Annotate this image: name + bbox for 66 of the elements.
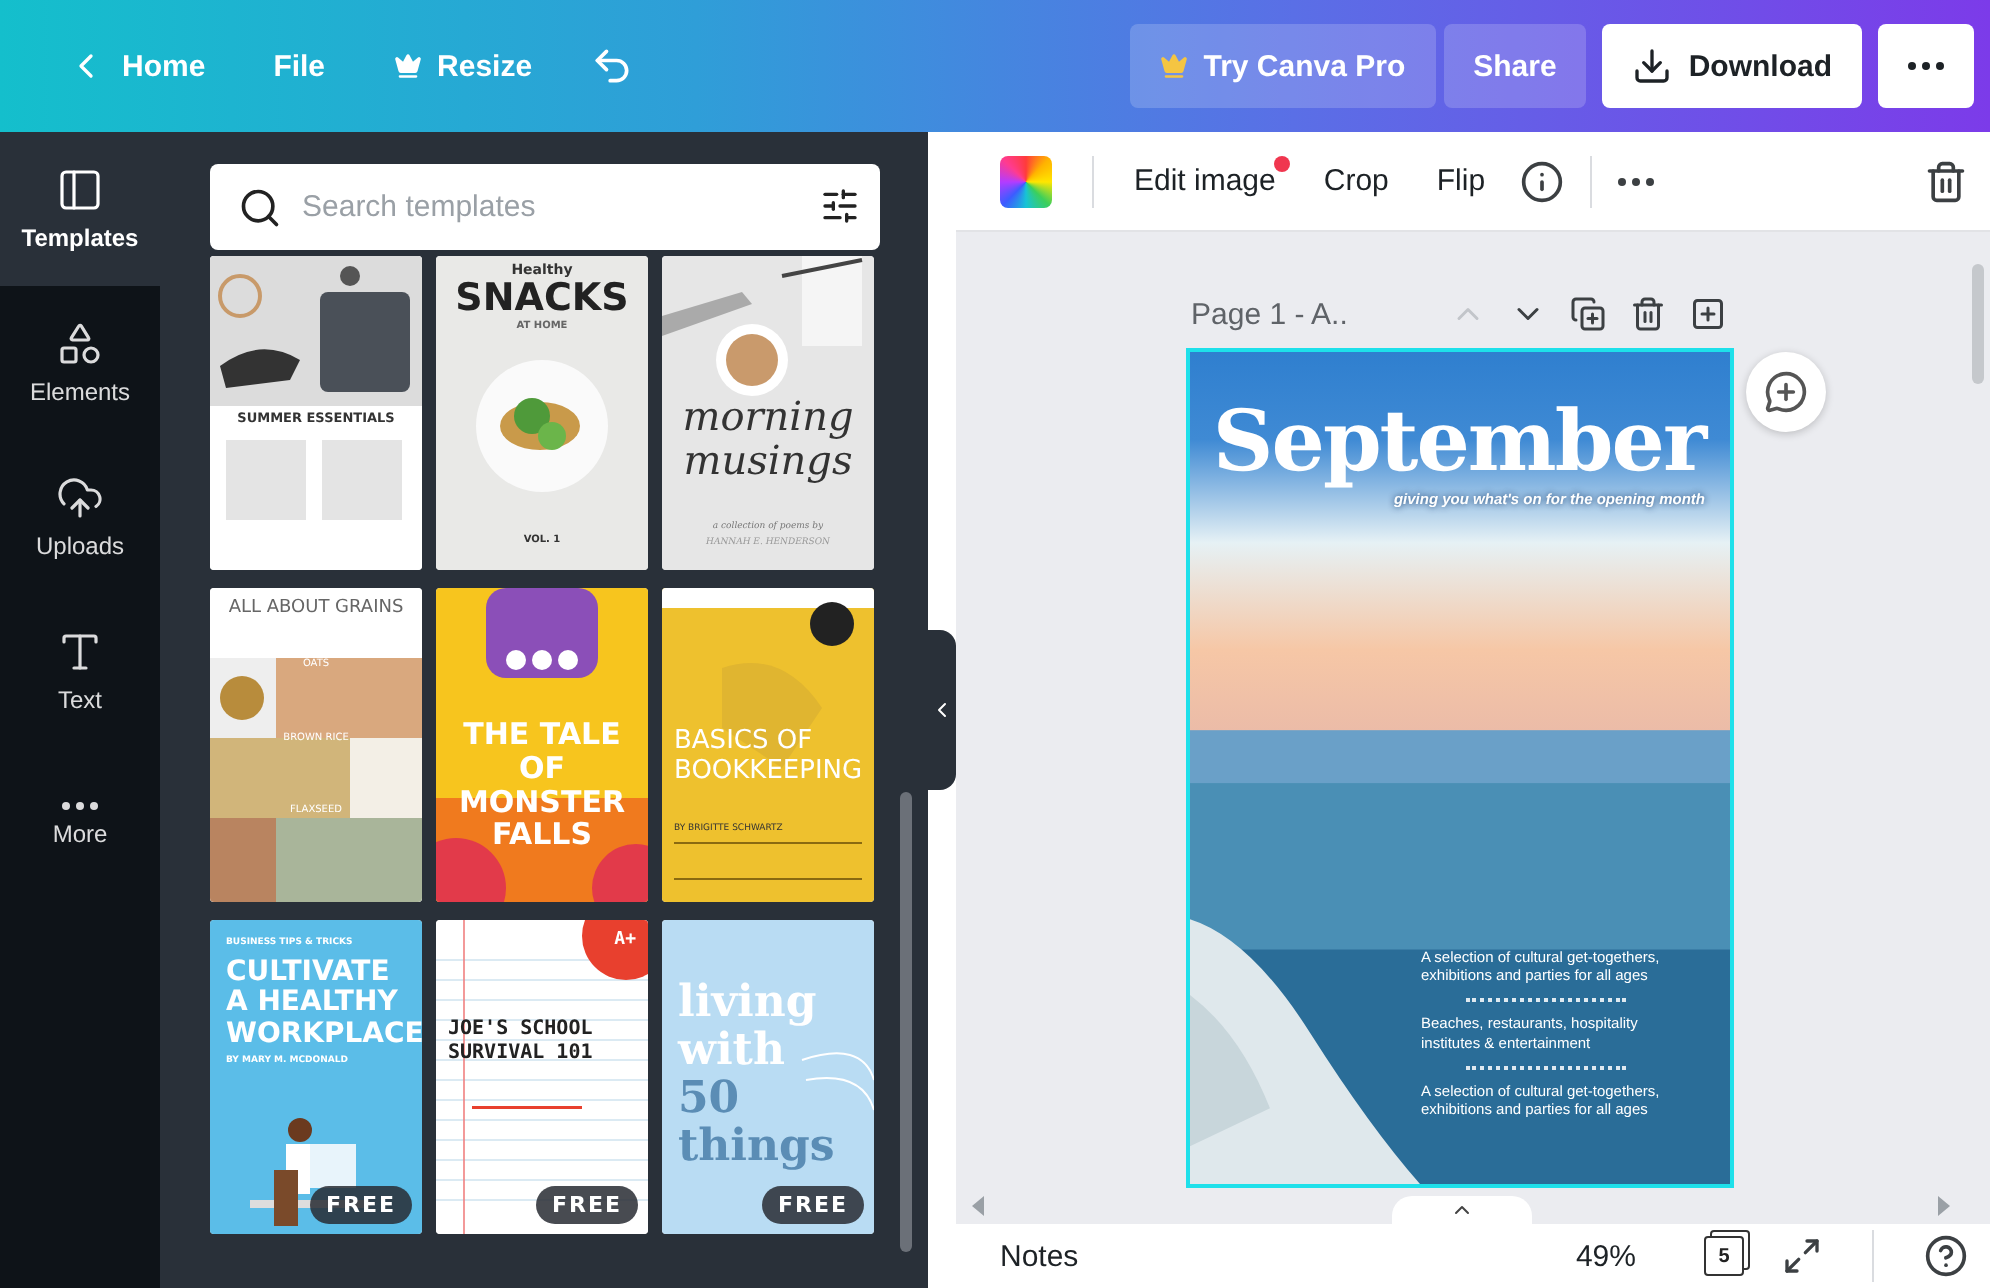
- notes-button[interactable]: Notes: [1000, 1239, 1079, 1273]
- sidebar-tab[interactable]: Uploads: [0, 440, 160, 594]
- comment-add-icon: [1763, 370, 1807, 414]
- tool-button[interactable]: Crop: [1303, 152, 1409, 210]
- text-icon: [56, 628, 104, 676]
- filter-icon[interactable]: [820, 186, 860, 226]
- template-text: 50: [678, 1076, 740, 1123]
- template-text: CULTIVATE: [226, 957, 390, 987]
- add-comment-button[interactable]: [1745, 352, 1825, 432]
- sidebar-tab[interactable]: Elements: [0, 286, 160, 440]
- template-text: SNACKS: [455, 280, 629, 321]
- template-text: musings: [683, 440, 853, 482]
- template-text: BASICS OF: [674, 728, 813, 756]
- info-icon: [1519, 159, 1564, 203]
- template-text: living: [678, 980, 817, 1027]
- design-title: September: [1210, 392, 1710, 490]
- free-badge: FREE: [761, 1186, 864, 1224]
- templates-icon: [56, 166, 104, 214]
- template-card[interactable]: living with 50 things FREE: [662, 920, 874, 1234]
- expand-icon: [1782, 1236, 1822, 1276]
- template-text: SURVIVAL 101: [448, 1043, 593, 1065]
- upload-icon: [56, 474, 104, 522]
- download-icon: [1632, 46, 1673, 86]
- zoom-level[interactable]: 49%: [1575, 1239, 1636, 1273]
- sidebar-tab[interactable]: Templates: [0, 132, 160, 286]
- free-badge: FREE: [309, 1186, 412, 1224]
- template-text: things: [678, 1124, 835, 1171]
- template-text: MONSTER: [458, 787, 626, 819]
- crown-icon: [393, 52, 422, 80]
- scrollbar-thumb[interactable]: [900, 792, 912, 1252]
- free-badge: FREE: [535, 1186, 638, 1224]
- template-text: THE TALE: [463, 720, 621, 752]
- scrollbar-thumb[interactable]: [1972, 264, 1984, 384]
- download-button[interactable]: Download: [1602, 24, 1862, 108]
- template-text: morning: [682, 396, 854, 438]
- more-icon: [1617, 177, 1654, 185]
- duplicate-icon: [1569, 296, 1605, 332]
- template-text: OF: [519, 753, 565, 785]
- template-text: A HEALTHY: [226, 988, 398, 1019]
- more-icon: [62, 802, 98, 810]
- template-text: JOE'S SCHOOL: [448, 1020, 593, 1042]
- more-button[interactable]: [1878, 24, 1974, 108]
- help-icon: [1924, 1234, 1968, 1278]
- template-text: with: [678, 1028, 785, 1075]
- add-page-icon: [1689, 296, 1725, 332]
- collapse-button[interactable]: [928, 630, 956, 790]
- page-count-button[interactable]: 5: [1704, 1236, 1744, 1276]
- crown-icon: [1159, 52, 1188, 80]
- page-title: Page 1 - A..: [1191, 297, 1348, 331]
- search-icon: [238, 186, 282, 230]
- sidebar-tab[interactable]: More: [0, 748, 160, 902]
- sidebar-tab[interactable]: Text: [0, 594, 160, 748]
- template-text: FALLS: [491, 820, 593, 852]
- tool-button[interactable]: Flip: [1416, 152, 1506, 210]
- tool-button[interactable]: Edit image: [1114, 152, 1296, 210]
- shapes-icon: [56, 320, 104, 368]
- more-icon: [1908, 62, 1944, 70]
- search-field[interactable]: Search templates: [210, 164, 880, 250]
- trash-icon: [1629, 296, 1665, 332]
- template-text: BOOKKEEPING: [674, 757, 863, 785]
- template-card[interactable]: A+ JOE'S SCHOOL SURVIVAL 101 FREE: [436, 920, 648, 1234]
- top-button[interactable]: Share: [1443, 24, 1587, 108]
- template-text: ALL ABOUT GRAINS: [228, 600, 404, 619]
- template-text: WORKPLACE: [226, 1020, 422, 1050]
- template-text: A+: [614, 932, 636, 951]
- trash-icon: [1924, 159, 1968, 203]
